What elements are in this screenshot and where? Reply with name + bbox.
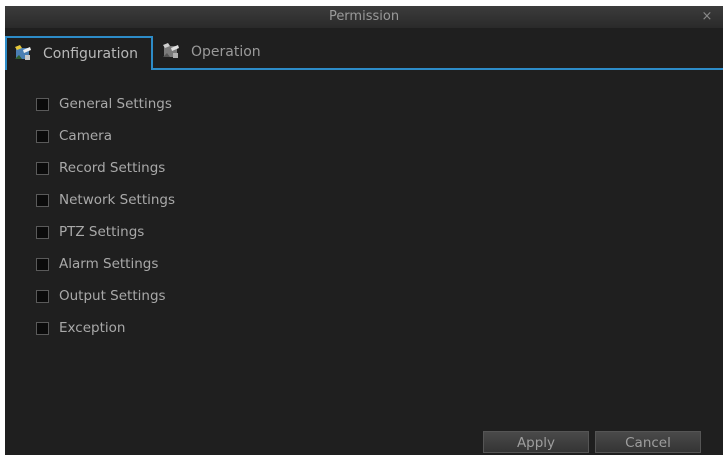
- checkbox-record-settings[interactable]: [36, 161, 49, 175]
- permission-item-exception: Exception: [36, 312, 175, 344]
- checkbox-general-settings[interactable]: [36, 97, 49, 111]
- checkbox-ptz-settings[interactable]: [36, 225, 49, 239]
- cancel-button[interactable]: Cancel: [595, 431, 701, 453]
- close-icon[interactable]: ×: [699, 6, 715, 28]
- checkbox-network-settings[interactable]: [36, 193, 49, 207]
- permission-item-ptz-settings: PTZ Settings: [36, 216, 175, 248]
- title-bar: Permission ×: [5, 6, 723, 28]
- permission-dialog: Permission × Configuration Operation Gen…: [5, 6, 723, 455]
- checkbox-alarm-settings[interactable]: [36, 257, 49, 271]
- dialog-footer: Apply Cancel: [483, 431, 701, 453]
- permission-label: General Settings: [59, 96, 172, 112]
- configuration-icon: [15, 45, 31, 60]
- tab-bar: Configuration Operation: [5, 28, 723, 70]
- tab-configuration[interactable]: Configuration: [5, 36, 153, 70]
- permission-item-general-settings: General Settings: [36, 88, 175, 120]
- apply-button[interactable]: Apply: [483, 431, 589, 453]
- permission-item-record-settings: Record Settings: [36, 152, 175, 184]
- permission-label: Exception: [59, 320, 126, 336]
- permission-label: Network Settings: [59, 192, 176, 208]
- permission-label: Alarm Settings: [59, 256, 159, 272]
- permission-label: Camera: [59, 128, 112, 144]
- operation-icon: [163, 43, 179, 58]
- checkbox-exception[interactable]: [36, 321, 49, 335]
- tab-operation[interactable]: Operation: [157, 36, 277, 68]
- permission-item-alarm-settings: Alarm Settings: [36, 248, 175, 280]
- tab-configuration-label: Configuration: [43, 46, 138, 62]
- permission-label: PTZ Settings: [59, 224, 145, 240]
- permission-item-output-settings: Output Settings: [36, 280, 175, 312]
- checkbox-output-settings[interactable]: [36, 289, 49, 303]
- checkbox-camera[interactable]: [36, 129, 49, 143]
- dialog-title: Permission: [328, 9, 400, 24]
- permission-label: Output Settings: [59, 288, 166, 304]
- permission-item-network-settings: Network Settings: [36, 184, 175, 216]
- tab-operation-label: Operation: [191, 44, 261, 60]
- permission-list: General Settings Camera Record Settings …: [36, 88, 175, 344]
- permission-item-camera: Camera: [36, 120, 175, 152]
- permission-label: Record Settings: [59, 160, 166, 176]
